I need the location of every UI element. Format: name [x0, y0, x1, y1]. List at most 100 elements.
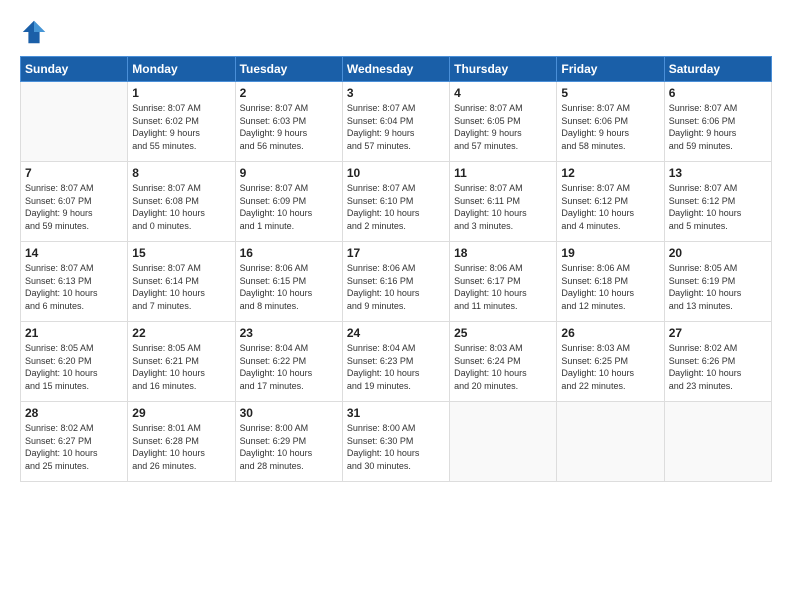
- day-info: Sunrise: 8:07 AMSunset: 6:02 PMDaylight:…: [132, 102, 230, 152]
- week-row-2: 7 Sunrise: 8:07 AMSunset: 6:07 PMDaylight…: [21, 162, 772, 242]
- week-row-4: 21 Sunrise: 8:05 AMSunset: 6:20 PMDayligh…: [21, 322, 772, 402]
- day-info: Sunrise: 8:07 AMSunset: 6:11 PMDaylight:…: [454, 182, 552, 232]
- day-number: 14: [25, 246, 123, 260]
- day-number: 1: [132, 86, 230, 100]
- calendar-cell: 13 Sunrise: 8:07 AMSunset: 6:12 PMDayligh…: [664, 162, 771, 242]
- calendar-cell: 19 Sunrise: 8:06 AMSunset: 6:18 PMDayligh…: [557, 242, 664, 322]
- day-number: 28: [25, 406, 123, 420]
- day-info: Sunrise: 8:07 AMSunset: 6:05 PMDaylight:…: [454, 102, 552, 152]
- day-number: 29: [132, 406, 230, 420]
- calendar-cell: 20Sunrise: 8:05 AMSunset: 6:19 PMDayligh…: [664, 242, 771, 322]
- calendar-cell: 18 Sunrise: 8:06 AMSunset: 6:17 PMDayligh…: [450, 242, 557, 322]
- logo-icon: [20, 18, 48, 46]
- day-number: 13: [669, 166, 767, 180]
- calendar-cell: [557, 402, 664, 482]
- calendar-cell: 27 Sunrise: 8:02 AMSunset: 6:26 PMDayligh…: [664, 322, 771, 402]
- day-info: Sunrise: 8:03 AMSunset: 6:24 PMDaylight:…: [454, 342, 552, 392]
- day-info: Sunrise: 8:06 AMSunset: 6:16 PMDaylight:…: [347, 262, 445, 312]
- calendar-cell: 26 Sunrise: 8:03 AMSunset: 6:25 PMDayligh…: [557, 322, 664, 402]
- day-info: Sunrise: 8:04 AMSunset: 6:23 PMDaylight:…: [347, 342, 445, 392]
- weekday-header-row: SundayMondayTuesdayWednesdayThursdayFrid…: [21, 57, 772, 82]
- calendar-cell: 6 Sunrise: 8:07 AMSunset: 6:06 PMDaylight…: [664, 82, 771, 162]
- weekday-header-sunday: Sunday: [21, 57, 128, 82]
- day-info: Sunrise: 8:07 AMSunset: 6:13 PMDaylight:…: [25, 262, 123, 312]
- day-info: Sunrise: 8:01 AMSunset: 6:28 PMDaylight:…: [132, 422, 230, 472]
- day-number: 9: [240, 166, 338, 180]
- day-info: Sunrise: 8:07 AMSunset: 6:08 PMDaylight:…: [132, 182, 230, 232]
- day-number: 6: [669, 86, 767, 100]
- week-row-3: 14 Sunrise: 8:07 AMSunset: 6:13 PMDayligh…: [21, 242, 772, 322]
- calendar-cell: 3 Sunrise: 8:07 AMSunset: 6:04 PMDaylight…: [342, 82, 449, 162]
- day-info: Sunrise: 8:02 AMSunset: 6:26 PMDaylight:…: [669, 342, 767, 392]
- day-number: 26: [561, 326, 659, 340]
- calendar-cell: [450, 402, 557, 482]
- day-number: 5: [561, 86, 659, 100]
- day-info: Sunrise: 8:00 AMSunset: 6:29 PMDaylight:…: [240, 422, 338, 472]
- weekday-header-saturday: Saturday: [664, 57, 771, 82]
- day-info: Sunrise: 8:06 AMSunset: 6:15 PMDaylight:…: [240, 262, 338, 312]
- calendar-cell: 1 Sunrise: 8:07 AMSunset: 6:02 PMDaylight…: [128, 82, 235, 162]
- calendar-cell: 23 Sunrise: 8:04 AMSunset: 6:22 PMDayligh…: [235, 322, 342, 402]
- logo: [20, 18, 52, 46]
- day-number: 20: [669, 246, 767, 260]
- calendar-cell: 28 Sunrise: 8:02 AMSunset: 6:27 PMDayligh…: [21, 402, 128, 482]
- calendar-cell: 25Sunrise: 8:03 AMSunset: 6:24 PMDayligh…: [450, 322, 557, 402]
- day-number: 12: [561, 166, 659, 180]
- day-number: 4: [454, 86, 552, 100]
- calendar-cell: 16 Sunrise: 8:06 AMSunset: 6:15 PMDayligh…: [235, 242, 342, 322]
- day-info: Sunrise: 8:07 AMSunset: 6:07 PMDaylight:…: [25, 182, 123, 232]
- day-info: Sunrise: 8:05 AMSunset: 6:20 PMDaylight:…: [25, 342, 123, 392]
- header: [20, 18, 772, 46]
- day-number: 22: [132, 326, 230, 340]
- day-info: Sunrise: 8:07 AMSunset: 6:09 PMDaylight:…: [240, 182, 338, 232]
- calendar-cell: 22 Sunrise: 8:05 AMSunset: 6:21 PMDayligh…: [128, 322, 235, 402]
- day-number: 18: [454, 246, 552, 260]
- day-info: Sunrise: 8:07 AMSunset: 6:12 PMDaylight:…: [561, 182, 659, 232]
- calendar-cell: 14 Sunrise: 8:07 AMSunset: 6:13 PMDayligh…: [21, 242, 128, 322]
- day-info: Sunrise: 8:07 AMSunset: 6:06 PMDaylight:…: [561, 102, 659, 152]
- weekday-header-tuesday: Tuesday: [235, 57, 342, 82]
- week-row-1: 1 Sunrise: 8:07 AMSunset: 6:02 PMDaylight…: [21, 82, 772, 162]
- calendar-cell: 7 Sunrise: 8:07 AMSunset: 6:07 PMDaylight…: [21, 162, 128, 242]
- weekday-header-monday: Monday: [128, 57, 235, 82]
- day-info: Sunrise: 8:03 AMSunset: 6:25 PMDaylight:…: [561, 342, 659, 392]
- day-info: Sunrise: 8:06 AMSunset: 6:17 PMDaylight:…: [454, 262, 552, 312]
- calendar-cell: 12 Sunrise: 8:07 AMSunset: 6:12 PMDayligh…: [557, 162, 664, 242]
- day-number: 24: [347, 326, 445, 340]
- day-number: 30: [240, 406, 338, 420]
- day-number: 21: [25, 326, 123, 340]
- calendar-cell: 5 Sunrise: 8:07 AMSunset: 6:06 PMDaylight…: [557, 82, 664, 162]
- day-number: 17: [347, 246, 445, 260]
- day-number: 23: [240, 326, 338, 340]
- day-info: Sunrise: 8:05 AMSunset: 6:21 PMDaylight:…: [132, 342, 230, 392]
- day-number: 3: [347, 86, 445, 100]
- day-info: Sunrise: 8:07 AMSunset: 6:04 PMDaylight:…: [347, 102, 445, 152]
- day-number: 10: [347, 166, 445, 180]
- weekday-header-wednesday: Wednesday: [342, 57, 449, 82]
- weekday-header-thursday: Thursday: [450, 57, 557, 82]
- calendar-cell: 4 Sunrise: 8:07 AMSunset: 6:05 PMDaylight…: [450, 82, 557, 162]
- day-info: Sunrise: 8:07 AMSunset: 6:14 PMDaylight:…: [132, 262, 230, 312]
- day-info: Sunrise: 8:00 AMSunset: 6:30 PMDaylight:…: [347, 422, 445, 472]
- day-info: Sunrise: 8:07 AMSunset: 6:06 PMDaylight:…: [669, 102, 767, 152]
- day-number: 7: [25, 166, 123, 180]
- day-number: 2: [240, 86, 338, 100]
- day-number: 15: [132, 246, 230, 260]
- day-info: Sunrise: 8:06 AMSunset: 6:18 PMDaylight:…: [561, 262, 659, 312]
- day-number: 16: [240, 246, 338, 260]
- calendar-cell: 2 Sunrise: 8:07 AMSunset: 6:03 PMDaylight…: [235, 82, 342, 162]
- day-info: Sunrise: 8:04 AMSunset: 6:22 PMDaylight:…: [240, 342, 338, 392]
- day-number: 27: [669, 326, 767, 340]
- calendar-cell: 30 Sunrise: 8:00 AMSunset: 6:29 PMDayligh…: [235, 402, 342, 482]
- day-info: Sunrise: 8:07 AMSunset: 6:12 PMDaylight:…: [669, 182, 767, 232]
- day-number: 11: [454, 166, 552, 180]
- day-info: Sunrise: 8:07 AMSunset: 6:03 PMDaylight:…: [240, 102, 338, 152]
- calendar-cell: 21 Sunrise: 8:05 AMSunset: 6:20 PMDayligh…: [21, 322, 128, 402]
- calendar-cell: 15 Sunrise: 8:07 AMSunset: 6:14 PMDayligh…: [128, 242, 235, 322]
- calendar-cell: 31Sunrise: 8:00 AMSunset: 6:30 PMDayligh…: [342, 402, 449, 482]
- calendar-cell: [664, 402, 771, 482]
- day-number: 19: [561, 246, 659, 260]
- calendar-cell: 10Sunrise: 8:07 AMSunset: 6:10 PMDayligh…: [342, 162, 449, 242]
- day-info: Sunrise: 8:02 AMSunset: 6:27 PMDaylight:…: [25, 422, 123, 472]
- day-number: 8: [132, 166, 230, 180]
